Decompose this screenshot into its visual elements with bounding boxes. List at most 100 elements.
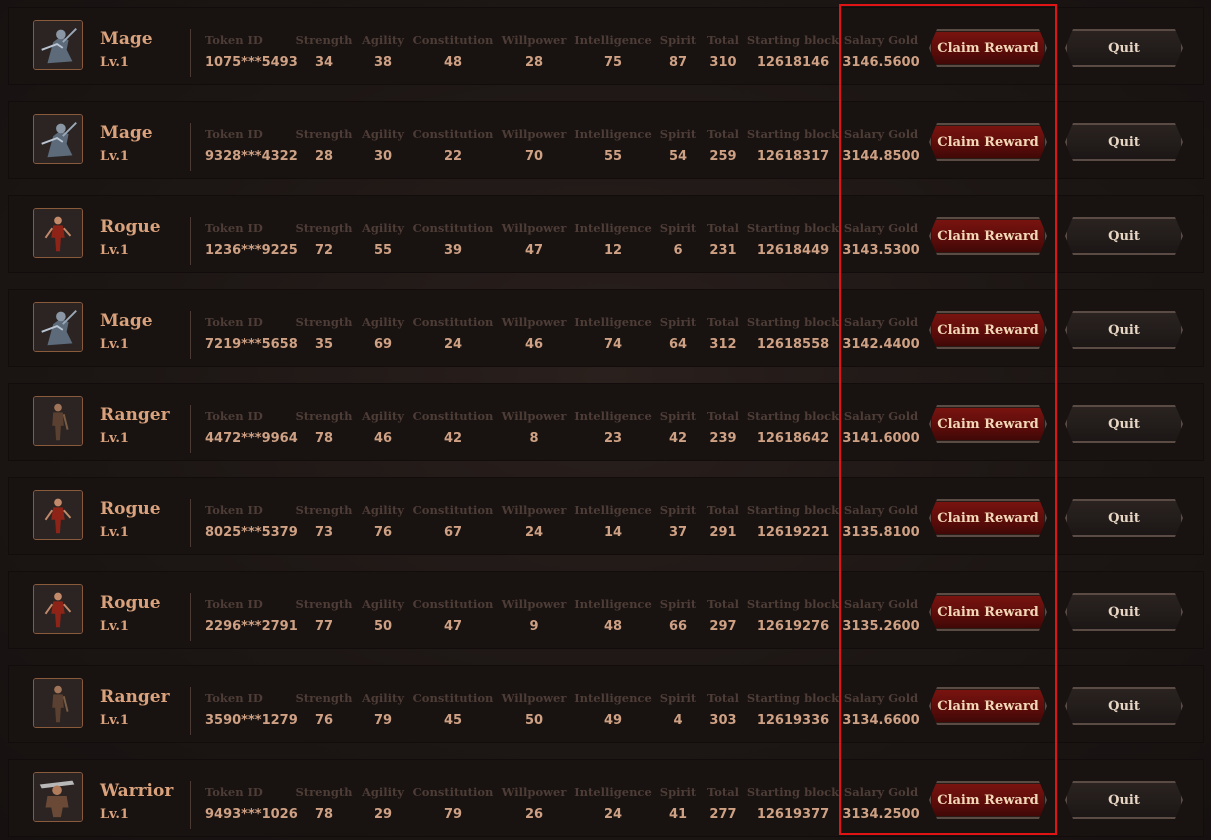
token-id-label: Token ID [205,597,263,611]
token-id-value: 7219***5658 [205,337,298,352]
salary-gold-label: Salary Gold [843,33,919,47]
claim-reward-button[interactable]: Claim Reward [929,29,1047,67]
total-value: 277 [709,807,737,822]
quit-button[interactable]: Quit [1065,217,1183,255]
agility-value: 38 [373,55,393,70]
willpower-value: 46 [524,337,544,352]
starting-block-value: 12618558 [756,337,830,352]
token-id-value: 3590***1279 [205,713,298,728]
claim-reward-button[interactable]: Claim Reward [929,499,1047,537]
salary-gold-label: Salary Gold [843,409,919,423]
strength-value: 34 [314,55,334,70]
claim-reward-button[interactable]: Claim Reward [929,405,1047,443]
intelligence-label: Intelligence [574,409,652,423]
quit-button[interactable]: Quit [1065,687,1183,725]
constitution-label: Constitution [412,221,494,235]
willpower-value: 8 [529,431,539,446]
hero-level: Lv.1 [100,431,129,446]
claim-reward-button[interactable]: Claim Reward [929,593,1047,631]
claim-reward-button[interactable]: Claim Reward [929,687,1047,725]
salary-gold-value: 3144.8500 [842,149,920,164]
constitution-value: 45 [443,713,463,728]
intelligence-label: Intelligence [574,691,652,705]
quit-button[interactable]: Quit [1065,499,1183,537]
intelligence-value: 14 [603,525,623,540]
intelligence-value: 49 [603,713,623,728]
spirit-label: Spirit [659,503,697,517]
quit-button[interactable]: Quit [1065,311,1183,349]
hero-level: Lv.1 [100,243,129,258]
quit-button[interactable]: Quit [1065,29,1183,67]
token-id-label: Token ID [205,221,263,235]
starting-block-value: 12619377 [756,807,830,822]
constitution-value: 22 [443,149,463,164]
starting-block-label: Starting block [746,33,840,47]
spirit-label: Spirit [659,691,697,705]
warrior-portrait-icon [34,773,82,821]
intelligence-value: 55 [603,149,623,164]
hero-row: Rogue Lv.1 Token ID 2296***2791 Strength 77 Ag… [8,571,1204,649]
claim-reward-button[interactable]: Claim Reward [929,123,1047,161]
total-label: Total [706,503,740,517]
claim-reward-button[interactable]: Claim Reward [929,217,1047,255]
willpower-value: 70 [524,149,544,164]
hero-row: Ranger Lv.1 Token ID 4472***9964 Strength 78 A… [8,383,1204,461]
hero-row: Mage Lv.1 Token ID 1075***5493 Strength 34 Agi… [8,7,1204,85]
hero-list-page: Mage Lv.1 Token ID 1075***5493 Strength 34 Agi… [0,0,1211,840]
starting-block-label: Starting block [746,221,840,235]
token-id-value: 1236***9225 [205,243,298,258]
agility-value: 30 [373,149,393,164]
strength-value: 73 [314,525,334,540]
quit-button[interactable]: Quit [1065,123,1183,161]
salary-gold-value: 3141.6000 [842,431,920,446]
salary-gold-label: Salary Gold [843,785,919,799]
hero-class-name: Rogue [100,499,161,519]
hero-row: Rogue Lv.1 Token ID 1236***9225 Strength 72 Ag… [8,195,1204,273]
token-id-label: Token ID [205,785,263,799]
token-id-value: 2296***2791 [205,619,298,634]
starting-block-label: Starting block [746,503,840,517]
starting-block-value: 12618317 [756,149,830,164]
quit-button[interactable]: Quit [1065,781,1183,819]
spirit-label: Spirit [659,785,697,799]
constitution-value: 48 [443,55,463,70]
token-id-value: 9493***1026 [205,807,298,822]
salary-gold-value: 3135.8100 [842,525,920,540]
hero-class-name: Mage [100,29,153,49]
hero-class-name: Mage [100,123,153,143]
intelligence-value: 23 [603,431,623,446]
token-id-label: Token ID [205,315,263,329]
quit-button[interactable]: Quit [1065,405,1183,443]
spirit-label: Spirit [659,409,697,423]
hero-row: Mage Lv.1 Token ID 7219***5658 Strength 35 Agi… [8,289,1204,367]
agility-label: Agility [361,315,405,329]
total-label: Total [706,785,740,799]
hero-level: Lv.1 [100,713,129,728]
starting-block-value: 12619276 [756,619,830,634]
quit-button[interactable]: Quit [1065,593,1183,631]
hero-avatar [33,584,83,634]
strength-label: Strength [295,315,353,329]
willpower-value: 9 [529,619,539,634]
intelligence-value: 75 [603,55,623,70]
salary-gold-value: 3134.6600 [842,713,920,728]
hero-level: Lv.1 [100,807,129,822]
intelligence-value: 48 [603,619,623,634]
spirit-value: 64 [668,337,688,352]
strength-value: 78 [314,807,334,822]
row-divider [190,781,191,829]
salary-gold-label: Salary Gold [843,691,919,705]
hero-class-name: Warrior [100,781,174,801]
claim-reward-button[interactable]: Claim Reward [929,311,1047,349]
willpower-value: 28 [524,55,544,70]
hero-level: Lv.1 [100,55,129,70]
rogue-portrait-icon [34,585,82,633]
constitution-label: Constitution [412,409,494,423]
intelligence-label: Intelligence [574,221,652,235]
agility-label: Agility [361,785,405,799]
spirit-value: 87 [668,55,688,70]
hero-avatar [33,302,83,352]
salary-gold-label: Salary Gold [843,221,919,235]
claim-reward-button[interactable]: Claim Reward [929,781,1047,819]
strength-value: 72 [314,243,334,258]
